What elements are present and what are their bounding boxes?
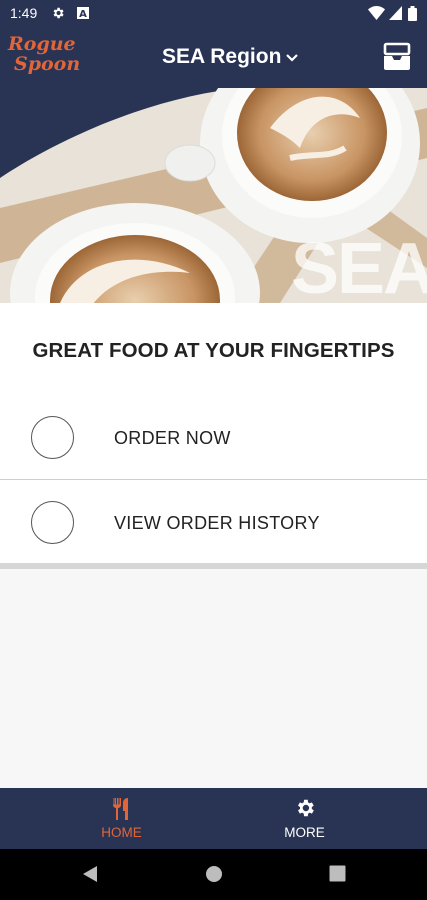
svg-text:A: A [79, 9, 87, 20]
radio-circle[interactable] [31, 416, 74, 459]
back-icon[interactable] [82, 865, 98, 888]
nav-more[interactable]: MORE [198, 788, 411, 849]
empty-area [0, 569, 427, 788]
order-now-label: ORDER NOW [114, 428, 231, 448]
rogue-spoon-logo: Rogue Spoon [8, 33, 81, 82]
app-header: Rogue Spoon SEA Region [0, 28, 427, 88]
order-now-option[interactable]: ORDER NOW [0, 395, 427, 480]
system-navigation-bar [0, 849, 427, 900]
chevron-down-icon [286, 54, 299, 62]
region-label: SEA Region [162, 45, 282, 68]
battery-icon [408, 6, 417, 26]
status-bar: 1:49 A [0, 0, 427, 28]
fork-knife-icon [111, 797, 133, 826]
page-headline: GREAT FOOD AT YOUR FINGERTIPS [32, 339, 395, 362]
wifi-icon [368, 6, 385, 25]
logo-line-2: Spoon [14, 53, 81, 75]
logo-line-1: Rogue [8, 33, 76, 55]
gear-icon [294, 797, 316, 824]
nav-home[interactable]: HOME [15, 788, 228, 849]
nav-home-label: HOME [101, 825, 142, 840]
status-time: 1:49 [10, 5, 38, 21]
inbox-tray-icon [383, 42, 411, 70]
radio-circle[interactable] [31, 501, 74, 544]
inbox-tray-button[interactable] [381, 42, 413, 72]
text-a-icon: A [76, 6, 90, 25]
view-order-history-label: VIEW ORDER HISTORY [114, 513, 320, 533]
view-order-history-option[interactable]: VIEW ORDER HISTORY [0, 480, 427, 565]
nav-more-label: MORE [284, 825, 325, 840]
hero-image: SEA [0, 88, 427, 303]
signal-icon [389, 6, 402, 25]
hero-overlay-text: SEA [290, 229, 427, 303]
bottom-navigation: HOME MORE [0, 788, 427, 849]
main-panel: GREAT FOOD AT YOUR FINGERTIPS ORDER NOW … [0, 303, 427, 568]
region-selector[interactable]: SEA Region [162, 45, 299, 69]
home-circle-icon[interactable] [205, 865, 223, 888]
recents-square-icon[interactable] [329, 865, 346, 887]
settings-icon [51, 6, 65, 25]
